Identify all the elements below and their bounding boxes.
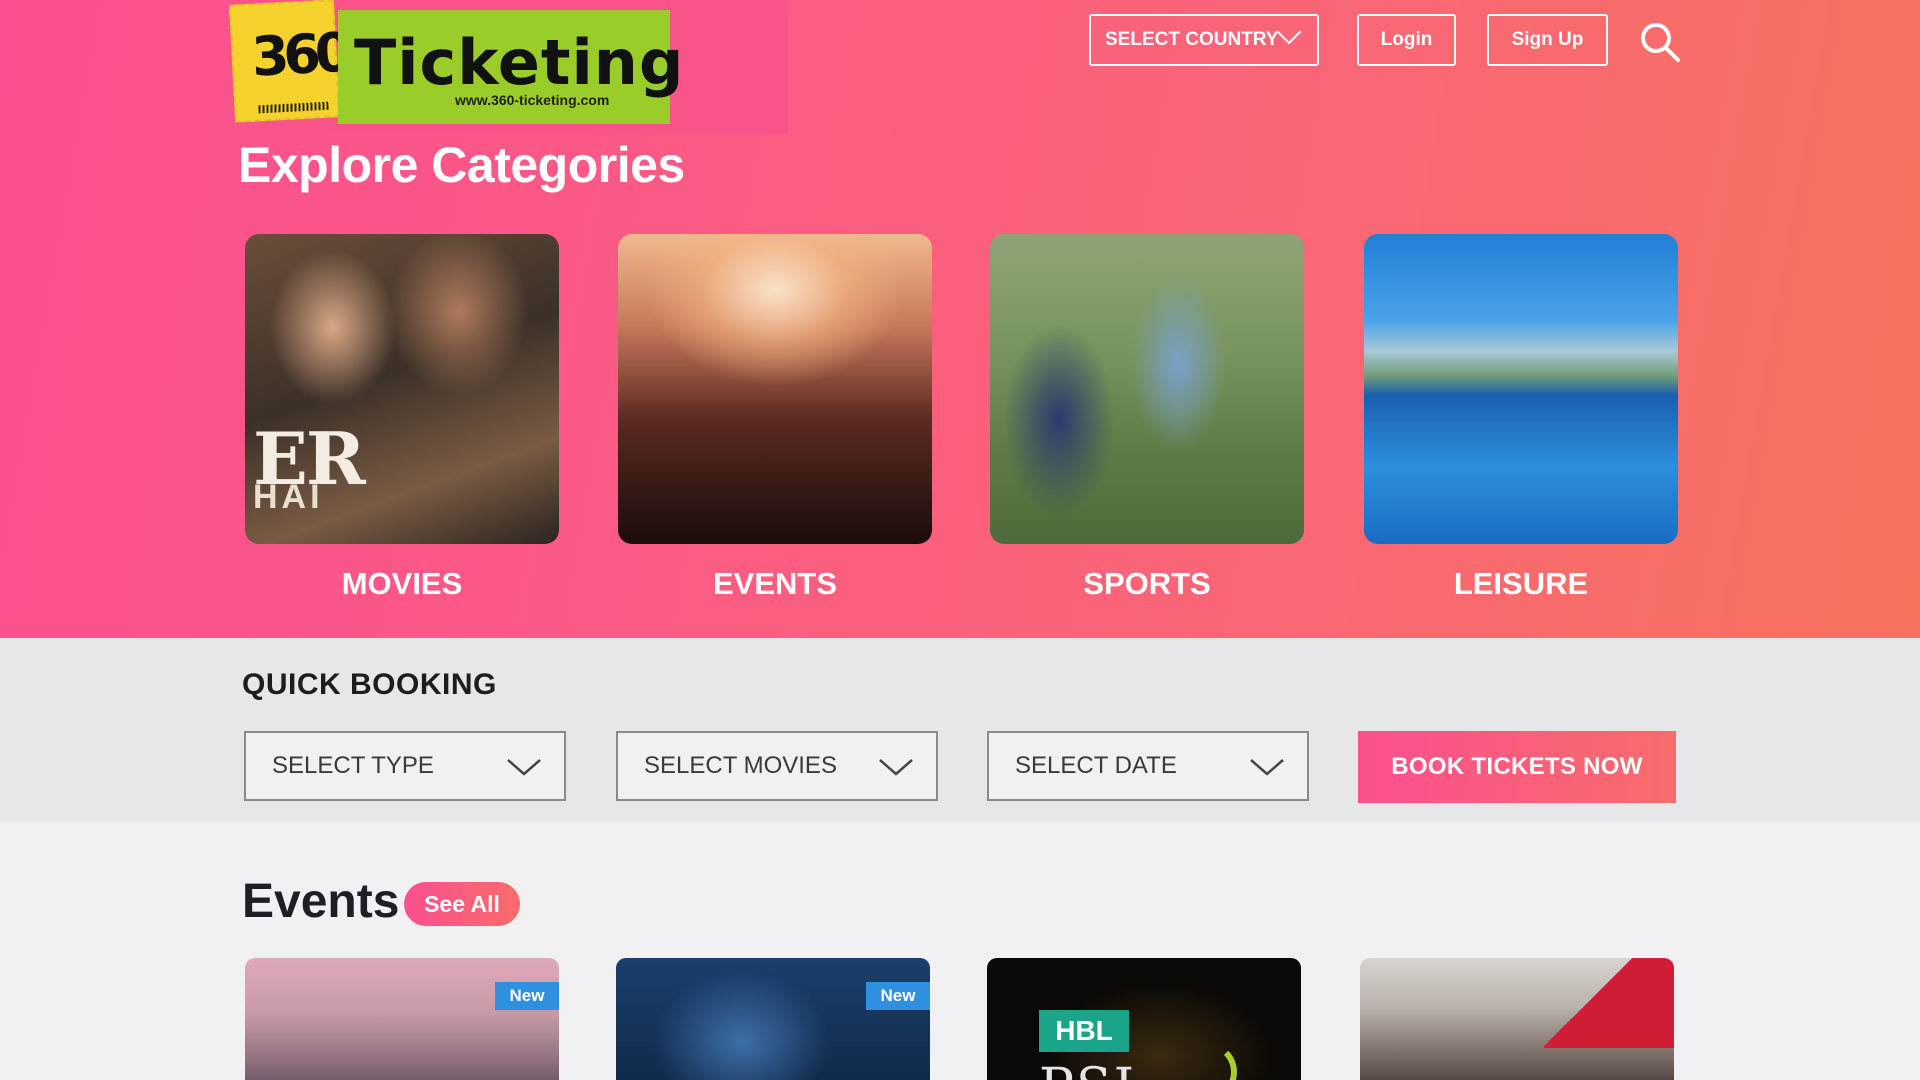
book-tickets-button[interactable]: BOOK TICKETS NOW [1358, 731, 1676, 803]
logo-number: 360 [250, 20, 349, 89]
events-title: Events [242, 875, 400, 928]
chevron-down-icon [507, 759, 541, 776]
logo-barcode-icon [258, 101, 329, 114]
signup-button[interactable]: Sign Up [1487, 14, 1608, 66]
psl-logo-arc [1177, 1042, 1237, 1080]
logo-name: Ticketing [354, 26, 685, 99]
see-all-button[interactable]: See All [404, 882, 520, 926]
select-movies-label: SELECT MOVIES [644, 752, 837, 779]
logo-url: www.360-ticketing.com [455, 92, 610, 108]
event-card[interactable] [1360, 958, 1674, 1080]
category-card-sports[interactable] [990, 234, 1304, 544]
select-movies-dropdown[interactable]: SELECT MOVIES [616, 731, 938, 801]
chevron-down-icon [1276, 30, 1302, 45]
hbl-logo: HBL [1039, 1010, 1129, 1052]
new-badge: New [495, 982, 559, 1010]
hero-banner: 360 Ticketing www.360-ticketing.com SELE… [0, 0, 1920, 638]
page: 360 Ticketing www.360-ticketing.com SELE… [0, 0, 1920, 1080]
login-button[interactable]: Login [1357, 14, 1456, 66]
psl-logo-text: PSL [1039, 1058, 1150, 1080]
quick-booking-title: QUICK BOOKING [242, 668, 497, 701]
category-label-events[interactable]: EVENTS [618, 566, 932, 602]
category-card-movies[interactable]: ER HAI [245, 234, 559, 544]
event-card[interactable]: HBL PSL [987, 958, 1301, 1080]
select-type-label: SELECT TYPE [272, 752, 434, 779]
category-label-sports[interactable]: SPORTS [990, 566, 1304, 602]
select-type-dropdown[interactable]: SELECT TYPE [244, 731, 566, 801]
category-card-events[interactable] [618, 234, 932, 544]
site-logo[interactable]: 360 Ticketing www.360-ticketing.com [226, 0, 788, 134]
new-badge: New [866, 982, 930, 1010]
select-country-label: SELECT COUNTRY [1105, 29, 1279, 50]
event-card-decoration [1544, 958, 1674, 1048]
select-date-dropdown[interactable]: SELECT DATE [987, 731, 1309, 801]
chevron-down-icon [879, 759, 913, 776]
explore-categories-title: Explore Categories [238, 137, 685, 193]
category-card-leisure[interactable] [1364, 234, 1678, 544]
movie-poster-subtitle: HAI [253, 478, 324, 516]
search-icon[interactable] [1638, 20, 1682, 64]
select-date-label: SELECT DATE [1015, 752, 1177, 779]
logo-ticket-graphic: 360 [228, 0, 348, 123]
event-card[interactable]: New [245, 958, 559, 1080]
chevron-down-icon [1250, 759, 1284, 776]
event-card[interactable]: New [616, 958, 930, 1080]
category-label-movies[interactable]: MOVIES [245, 566, 559, 602]
category-label-leisure[interactable]: LEISURE [1364, 566, 1678, 602]
select-country-dropdown[interactable]: SELECT COUNTRY [1089, 14, 1319, 66]
